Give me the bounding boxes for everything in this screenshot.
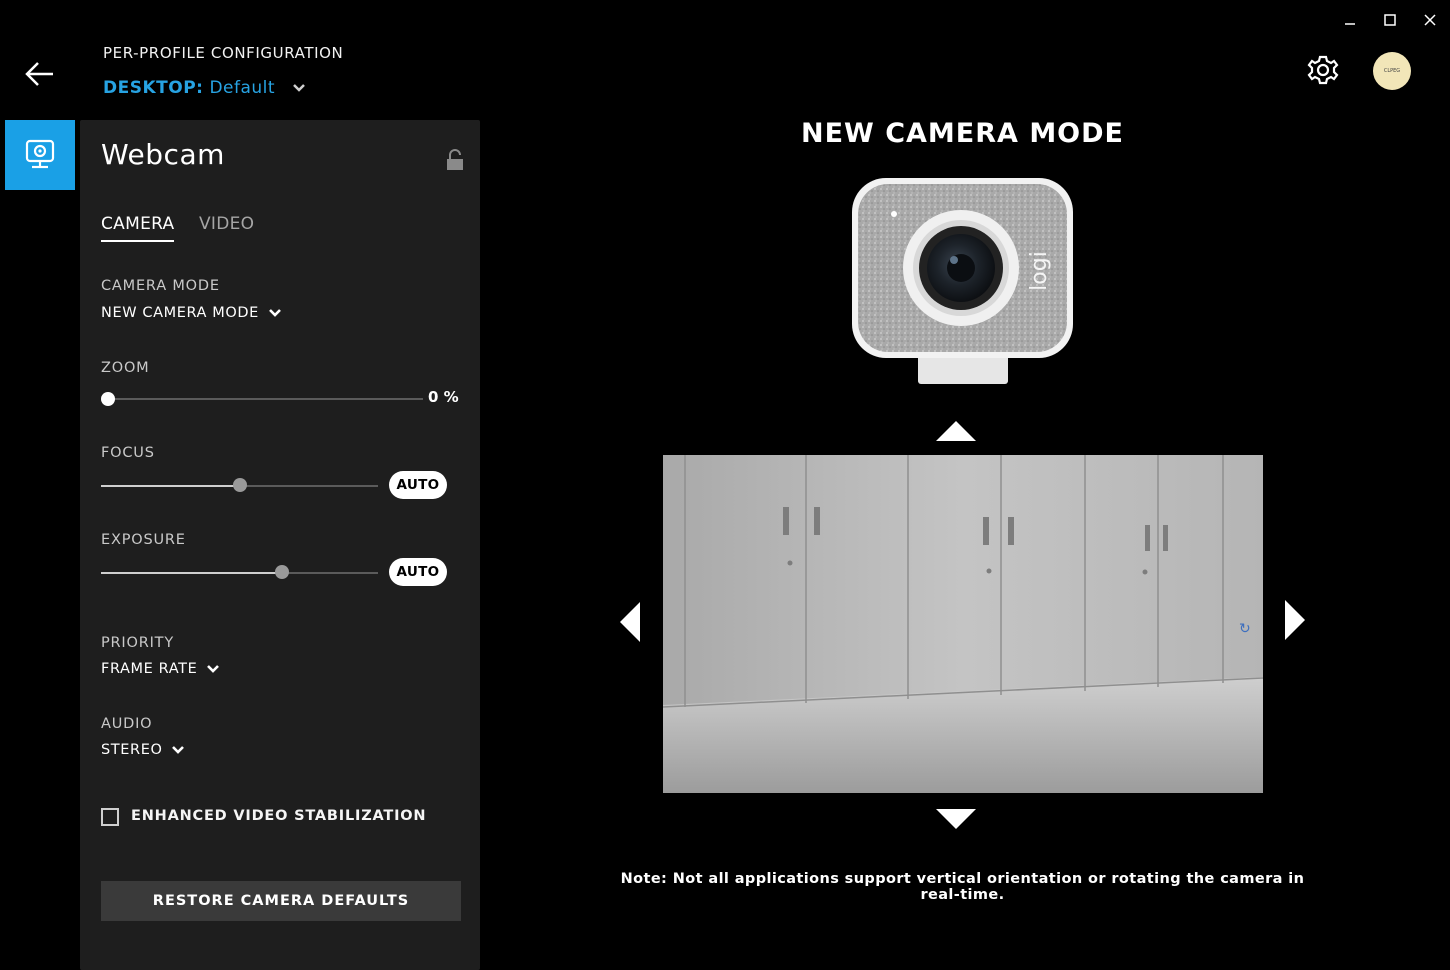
tab-camera[interactable]: CAMERA [101, 214, 175, 242]
focus-label: FOCUS [101, 445, 155, 461]
maximize-button[interactable] [1375, 6, 1405, 34]
device-title: Webcam [101, 138, 225, 171]
rotate-left-arrow-icon[interactable] [619, 601, 641, 643]
priority-dropdown[interactable]: FRAME RATE [101, 661, 221, 677]
profile-lock-button[interactable] [444, 148, 466, 172]
chevron-down-icon [269, 309, 281, 317]
audio-label: AUDIO [101, 716, 153, 732]
priority-label: PRIORITY [101, 635, 174, 651]
profile-device-label: DESKTOP: [103, 78, 204, 98]
back-button[interactable] [20, 56, 60, 92]
exposure-slider[interactable] [101, 565, 378, 581]
zoom-number: 0 [428, 388, 439, 406]
device-webcam-tab[interactable] [5, 120, 75, 190]
zoom-unit: % [443, 388, 459, 406]
close-icon [1424, 14, 1436, 26]
profile-name: Default [209, 78, 276, 98]
focus-auto-button[interactable]: AUTO [389, 471, 447, 499]
stabilization-checkbox[interactable] [101, 808, 119, 826]
avatar-text: CLPEG [1383, 68, 1401, 74]
exposure-slider-fill [101, 572, 282, 574]
camera-mode-value: NEW CAMERA MODE [101, 305, 259, 321]
audio-dropdown[interactable]: STEREO [101, 742, 186, 758]
webcam-illustration: logi [850, 176, 1075, 388]
settings-button[interactable] [1305, 52, 1341, 88]
audio-value: STEREO [101, 742, 163, 758]
restore-defaults-button[interactable]: RESTORE CAMERA DEFAULTS [101, 881, 461, 921]
exposure-slider-thumb[interactable] [275, 565, 289, 579]
chevron-down-icon [293, 84, 305, 92]
exposure-label: EXPOSURE [101, 532, 186, 548]
stabilization-label[interactable]: ENHANCED VIDEO STABILIZATION [131, 808, 426, 824]
camera-mode-title: NEW CAMERA MODE [800, 118, 1124, 149]
back-arrow-icon [25, 62, 53, 86]
orientation-note: Note: Not all applications support verti… [620, 871, 1305, 903]
focus-slider-thumb[interactable] [233, 478, 247, 492]
chevron-down-icon [207, 665, 220, 673]
per-profile-caption: PER-PROFILE CONFIGURATION [103, 44, 344, 62]
tab-video[interactable]: VIDEO [199, 214, 254, 240]
zoom-label: ZOOM [101, 360, 150, 376]
zoom-slider[interactable] [101, 391, 423, 407]
maximize-icon [1384, 14, 1396, 26]
exposure-auto-button[interactable]: AUTO [389, 558, 447, 586]
gear-icon [1307, 55, 1339, 85]
zoom-value: 0 % [428, 388, 459, 406]
rotate-right-arrow-icon[interactable] [1284, 599, 1306, 641]
camera-mode-label: CAMERA MODE [101, 278, 220, 294]
unlock-icon [447, 149, 463, 170]
priority-value: FRAME RATE [101, 661, 198, 677]
chevron-down-icon [172, 746, 185, 754]
camera-preview: ↻ [662, 455, 1264, 793]
camera-brand-text: logi [1027, 251, 1052, 291]
close-button[interactable] [1415, 6, 1445, 34]
rotate-down-arrow-icon[interactable] [935, 808, 977, 830]
webcam-icon [25, 139, 55, 169]
camera-mode-dropdown[interactable]: NEW CAMERA MODE [101, 305, 283, 321]
svg-text:↻: ↻ [1239, 621, 1251, 637]
zoom-slider-track [108, 398, 423, 400]
focus-slider-fill [101, 485, 240, 487]
rotate-up-arrow-icon[interactable] [935, 420, 977, 442]
minimize-icon [1345, 23, 1355, 25]
profile-selector[interactable]: DESKTOP: Default [103, 78, 309, 98]
zoom-slider-thumb[interactable] [101, 392, 115, 406]
focus-slider[interactable] [101, 478, 378, 494]
avatar[interactable]: CLPEG [1373, 52, 1411, 90]
minimize-button[interactable] [1335, 6, 1365, 34]
